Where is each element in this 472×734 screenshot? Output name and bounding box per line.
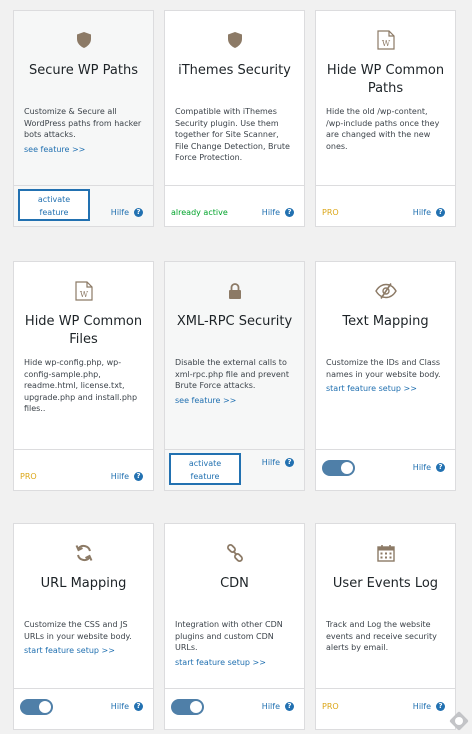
feature-description: Track and Log the website events and rec… [326,620,437,652]
help-question-icon[interactable]: ? [436,208,445,217]
card-footer: Hilfe ? [14,688,153,729]
feature-card-text-mapping: Text Mapping Customize the IDs and Class… [315,261,456,491]
feature-toggle[interactable] [171,699,204,715]
help-question-icon[interactable]: ? [285,208,294,217]
feature-card-xml-rpc-security: XML-RPC Security Disable the external ca… [164,261,305,491]
feature-toggle[interactable] [322,460,355,476]
wordpress-file-icon: W [316,27,455,53]
help-link[interactable]: Hilfe [111,702,129,711]
feature-description: Compatible with iThemes Security plugin.… [175,107,290,162]
feature-card-user-events-log: User Events Log Track and Log the websit… [315,523,456,730]
feature-title: iThemes Security [178,63,291,78]
feature-card-hide-wp-common-files: W Hide WP Common Files Hide wp-config.ph… [13,261,154,491]
feature-title: User Events Log [332,576,439,591]
card-footer: activate feature Hilfe ? [14,185,153,226]
feature-description: Disable the external calls to xml-rpc.ph… [175,358,290,390]
pro-badge: PRO [20,472,37,481]
help-question-icon[interactable]: ? [134,208,143,217]
help-question-icon[interactable]: ? [285,702,294,711]
help-question-icon[interactable]: ? [134,472,143,481]
start-feature-setup-link[interactable]: start feature setup >> [165,658,304,667]
lock-icon [165,278,304,304]
help-question-icon[interactable]: ? [436,702,445,711]
svg-text:W: W [381,39,390,48]
see-feature-link[interactable]: see feature >> [165,396,304,405]
shield-icon [14,27,153,53]
feature-title: Hide WP Common Paths [326,63,445,96]
feature-card-url-mapping: URL Mapping Customize the CSS and JS URL… [13,523,154,730]
help-question-icon[interactable]: ? [436,463,445,472]
feature-card-cdn: CDN Integration with other CDN plugins a… [164,523,305,730]
card-footer: activate feature Hilfe ? [165,449,304,490]
feature-description: Integration with other CDN plugins and c… [175,620,283,652]
help-link[interactable]: Hilfe [413,208,431,217]
eye-slash-icon [316,278,455,304]
shield-icon [165,27,304,53]
wordpress-file-icon: W [14,278,153,304]
help-question-icon[interactable]: ? [285,458,294,467]
feature-title: Secure WP Paths [29,63,138,78]
see-feature-link[interactable]: see feature >> [14,145,153,154]
feature-description: Customize & Secure all WordPress paths f… [24,107,142,139]
start-feature-setup-link[interactable]: start feature setup >> [316,384,455,393]
help-link[interactable]: Hilfe [413,463,431,472]
activate-feature-button[interactable]: activate feature [18,189,90,221]
calendar-icon [316,540,455,566]
feature-toggle[interactable] [20,699,53,715]
feature-description: Hide wp-config.php, wp-config-sample.php… [24,358,138,413]
card-footer: PRO Hilfe ? [316,688,455,729]
help-link[interactable]: Hilfe [111,208,129,217]
feature-description: Hide the old /wp-content, /wp-include pa… [326,107,440,151]
activate-feature-button[interactable]: activate feature [169,453,241,485]
pro-badge: PRO [322,208,339,217]
help-question-icon[interactable]: ? [134,702,143,711]
card-footer: PRO Hilfe ? [14,449,153,490]
feature-title: XML-RPC Security [176,314,293,329]
already-active-status: already active [171,208,228,217]
link-icon [165,540,304,566]
card-footer: Hilfe ? [165,688,304,729]
help-link[interactable]: Hilfe [111,472,129,481]
help-link[interactable]: Hilfe [262,208,280,217]
feature-description: Customize the CSS and JS URLs in your we… [24,620,132,641]
feature-title: Text Mapping [342,314,429,329]
feature-card-ithemes-security: iThemes Security Compatible with iThemes… [164,10,305,227]
help-link[interactable]: Hilfe [262,702,280,711]
help-link[interactable]: Hilfe [413,702,431,711]
svg-text:W: W [79,290,88,299]
card-footer: Hilfe ? [316,449,455,490]
feature-title: CDN [220,576,249,591]
feature-card-secure-wp-paths: Secure WP Paths Customize & Secure all W… [13,10,154,227]
refresh-icon [14,540,153,566]
help-link[interactable]: Hilfe [262,458,280,467]
card-footer: already active Hilfe ? [165,185,304,226]
start-feature-setup-link[interactable]: start feature setup >> [14,646,153,655]
feature-card-hide-wp-common-paths: W Hide WP Common Paths Hide the old /wp-… [315,10,456,227]
pro-badge: PRO [322,702,339,711]
feature-title: Hide WP Common Files [24,314,143,347]
feature-description: Customize the IDs and Class names in you… [326,358,441,379]
card-footer: PRO Hilfe ? [316,185,455,226]
feature-title: URL Mapping [40,576,127,591]
